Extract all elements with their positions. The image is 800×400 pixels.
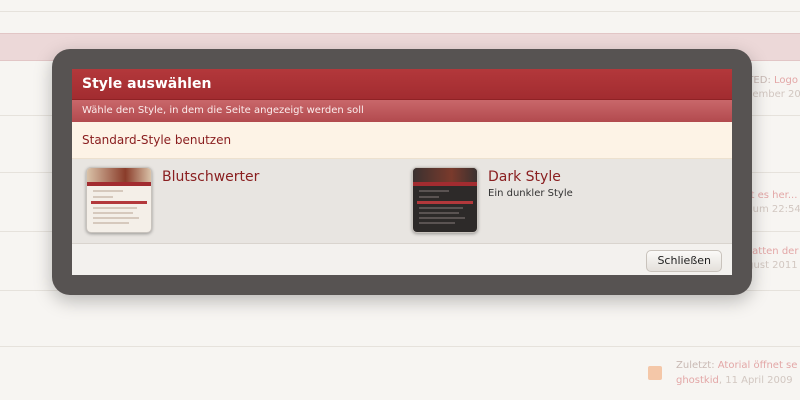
- thumb-line: [93, 196, 113, 198]
- style-name[interactable]: Blutschwerter: [162, 169, 259, 185]
- last-post-link[interactable]: Atorial öffnet se: [718, 360, 798, 371]
- thumb-bar: [87, 182, 151, 186]
- thumb-line: [419, 196, 439, 198]
- thumb-line: [419, 217, 465, 219]
- thumb-banner: [413, 168, 477, 182]
- divider: [0, 11, 800, 12]
- style-name[interactable]: Dark Style: [488, 169, 561, 185]
- rss-icon[interactable]: [648, 366, 662, 380]
- thumb-line: [417, 201, 473, 204]
- thumb-line: [93, 207, 137, 209]
- last-post-label: Zuletzt:: [676, 360, 718, 371]
- dialog-title: Style auswählen: [72, 69, 732, 100]
- thumb-line: [91, 201, 147, 204]
- last-post-link[interactable]: Logo f: [774, 75, 800, 86]
- thumb-line: [419, 212, 459, 214]
- divider: [0, 346, 800, 347]
- style-description: Ein dunkler Style: [488, 188, 573, 199]
- close-button[interactable]: Schließen: [646, 250, 722, 272]
- dialog-footer: Schließen: [72, 243, 732, 275]
- thumb-line: [419, 207, 463, 209]
- style-preview-thumbnail[interactable]: [86, 167, 152, 233]
- last-post-info: Zuletzt: Atorial öffnet se: [676, 360, 797, 371]
- last-post-author: ghostkid, 11 April 2009: [676, 375, 793, 386]
- thumb-line: [419, 222, 455, 224]
- dialog-subtitle: Wähle den Style, in dem die Seite angeze…: [72, 100, 732, 122]
- thumb-banner: [87, 168, 151, 182]
- author-link[interactable]: ghostkid: [676, 375, 719, 386]
- thumb-line: [93, 222, 129, 224]
- style-chooser-dialog: Style auswählen Wähle den Style, in dem …: [72, 69, 732, 275]
- standard-style-link[interactable]: Standard-Style benutzen: [72, 122, 732, 159]
- style-preview-thumbnail[interactable]: [412, 167, 478, 233]
- thumb-line: [93, 190, 123, 192]
- thumb-bar: [413, 182, 477, 186]
- style-option-blutschwerter[interactable]: Blutschwerter: [86, 167, 386, 235]
- post-date: , 11 April 2009: [718, 375, 793, 386]
- style-option-dark-style[interactable]: Dark Style Ein dunkler Style: [412, 167, 712, 235]
- style-list: Blutschwerter Dark Style Ein dunkler Sty…: [72, 159, 732, 243]
- thumb-line: [93, 217, 139, 219]
- thumb-line: [93, 212, 133, 214]
- thumb-line: [419, 190, 449, 192]
